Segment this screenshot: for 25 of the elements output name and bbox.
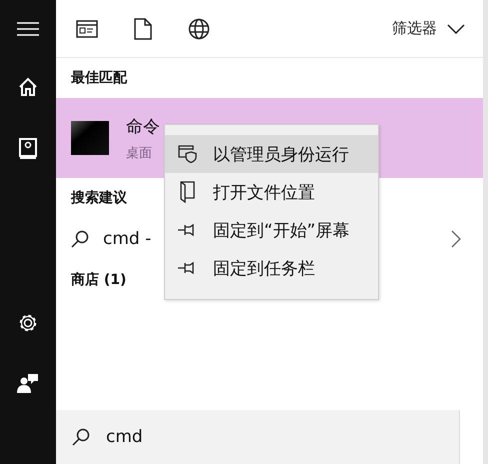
menu-item[interactable]: 以管理员身份运行 — [165, 135, 378, 173]
chevron-right-icon[interactable] — [451, 230, 461, 248]
menu-item[interactable]: 固定到任务栏 — [165, 249, 378, 287]
shield-icon — [177, 145, 199, 163]
chevron-down-icon — [447, 24, 465, 34]
suggestion-text[interactable]: cmd - — [103, 229, 152, 249]
menu-icon[interactable] — [17, 22, 39, 36]
terminal-icon — [71, 121, 109, 155]
home-icon[interactable] — [18, 77, 38, 97]
section-heading: 最佳匹配 — [71, 69, 127, 87]
settings-icon[interactable] — [17, 312, 39, 334]
result-title: 命令 — [126, 116, 160, 138]
section-heading: 搜索建议 — [71, 189, 127, 207]
notebook-icon[interactable] — [19, 138, 37, 160]
feedback-icon[interactable] — [17, 372, 39, 394]
section-heading: 商店 (1) — [71, 271, 126, 289]
search-icon — [72, 428, 90, 446]
document-icon[interactable] — [134, 18, 152, 40]
globe-icon[interactable] — [188, 18, 210, 40]
menu-item[interactable]: 固定到“开始”屏幕 — [165, 211, 378, 249]
result-subtitle: 桌面 — [126, 144, 153, 162]
search-icon — [71, 230, 89, 248]
app-window-icon[interactable] — [76, 20, 98, 38]
search-field[interactable]: cmd — [56, 410, 460, 464]
filter-dropdown[interactable]: 筛选器 — [388, 15, 469, 42]
